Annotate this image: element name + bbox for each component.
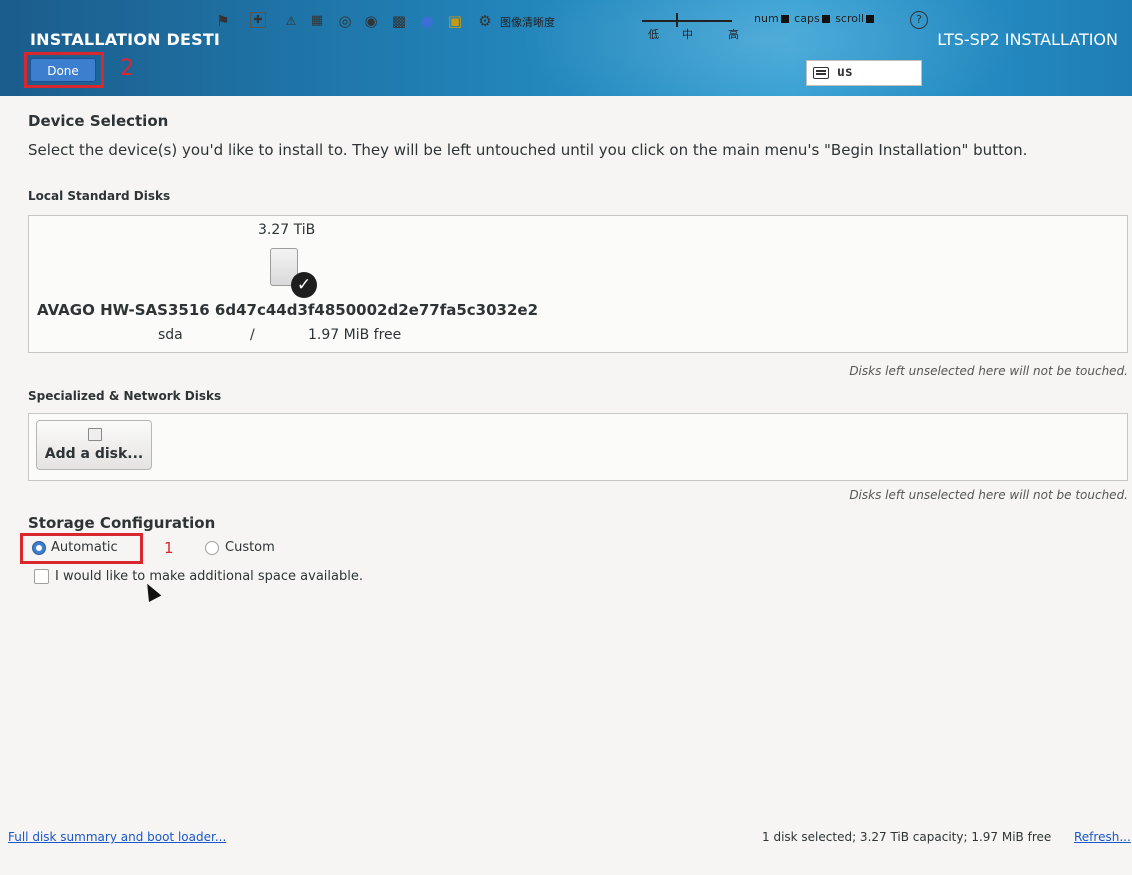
keyboard-layout-label: us [837, 65, 853, 80]
num-lock-label: num [754, 12, 779, 25]
disk-free-space: 1.97 MiB free [308, 327, 402, 343]
annotation-number-2: 2 [120, 56, 134, 81]
clarity-high-label: 高 [728, 28, 739, 41]
tiles-icon[interactable]: ▣ [446, 12, 464, 30]
disk-name[interactable]: AVAGO HW-SAS3516 6d47c44d3f4850002d2e77f… [37, 301, 538, 319]
page-title: INSTALLATION DESTI [30, 30, 221, 49]
pin-icon[interactable]: ⚑ [214, 12, 232, 30]
lock-indicators: num caps scroll [754, 12, 876, 25]
network-disks-hint: Disks left unselected here will not be t… [849, 488, 1128, 502]
refresh-link[interactable]: Refresh... [1074, 830, 1131, 844]
add-disk-button[interactable]: Add a disk... [36, 420, 152, 470]
disk-summary-link[interactable]: Full disk summary and boot loader... [8, 830, 226, 844]
move-icon[interactable]: ✚ [250, 12, 266, 28]
local-disks-hint: Disks left unselected here will not be t… [849, 364, 1128, 378]
additional-space-label[interactable]: I would like to make additional space av… [55, 569, 363, 584]
local-disks-panel [28, 215, 1128, 353]
local-disks-title: Local Standard Disks [28, 189, 171, 203]
disk-size: 3.27 TiB [258, 222, 316, 238]
clarity-mid-label: 中 [682, 28, 693, 41]
done-button[interactable]: Done [30, 58, 96, 82]
clarity-label: 图像清晰度 [500, 16, 555, 29]
scroll-lock-indicator [866, 15, 875, 23]
automatic-label[interactable]: Automatic [51, 540, 118, 555]
keyboard-layout-indicator[interactable]: us [806, 60, 922, 86]
additional-space-checkbox[interactable] [34, 569, 49, 584]
device-selection-title: Device Selection [28, 112, 169, 130]
clarity-slider-track[interactable] [642, 20, 732, 22]
remote-console-toolbar: ⚑ ✚ ⚠ ▦ ◎ ◉ ▩ ● ▣ ⚙ 图像清晰度 低 中 高 num caps… [208, 6, 944, 41]
custom-label[interactable]: Custom [225, 540, 275, 555]
target-icon[interactable]: ◎ [336, 12, 354, 30]
annotation-number-1: 1 [164, 539, 174, 557]
disk-device: sda [158, 327, 183, 343]
drive-icon[interactable]: ▩ [390, 12, 408, 30]
disk-mount: / [250, 327, 255, 343]
disk-icon [88, 428, 102, 441]
caps-lock-indicator [821, 15, 830, 23]
automatic-radio[interactable] [32, 541, 46, 555]
settings-icon[interactable]: ⚙ [476, 12, 494, 30]
custom-radio[interactable] [205, 541, 219, 555]
network-disks-panel [28, 413, 1128, 481]
warning-icon[interactable]: ⚠ [282, 12, 300, 30]
network-disks-title: Specialized & Network Disks [28, 389, 222, 403]
help-icon[interactable]: ? [910, 11, 928, 29]
clarity-slider-thumb[interactable] [676, 13, 678, 27]
clarity-low-label: 低 [648, 28, 659, 41]
device-selection-description: Select the device(s) you'd like to insta… [28, 141, 1028, 159]
add-disk-label: Add a disk... [44, 446, 144, 462]
num-lock-indicator [780, 15, 789, 23]
cd-icon[interactable]: ● [418, 12, 436, 30]
product-title: LTS-SP2 INSTALLATION [937, 30, 1118, 49]
selected-check-icon: ✓ [291, 272, 317, 298]
caps-lock-label: caps [794, 12, 820, 25]
disc-icon[interactable]: ◉ [362, 12, 380, 30]
storage-configuration-title: Storage Configuration [28, 514, 216, 532]
selection-status: 1 disk selected; 3.27 TiB capacity; 1.97… [762, 830, 1052, 844]
scroll-lock-label: scroll [835, 12, 865, 25]
screen-icon[interactable]: ▦ [308, 12, 326, 30]
keyboard-icon [813, 67, 829, 79]
